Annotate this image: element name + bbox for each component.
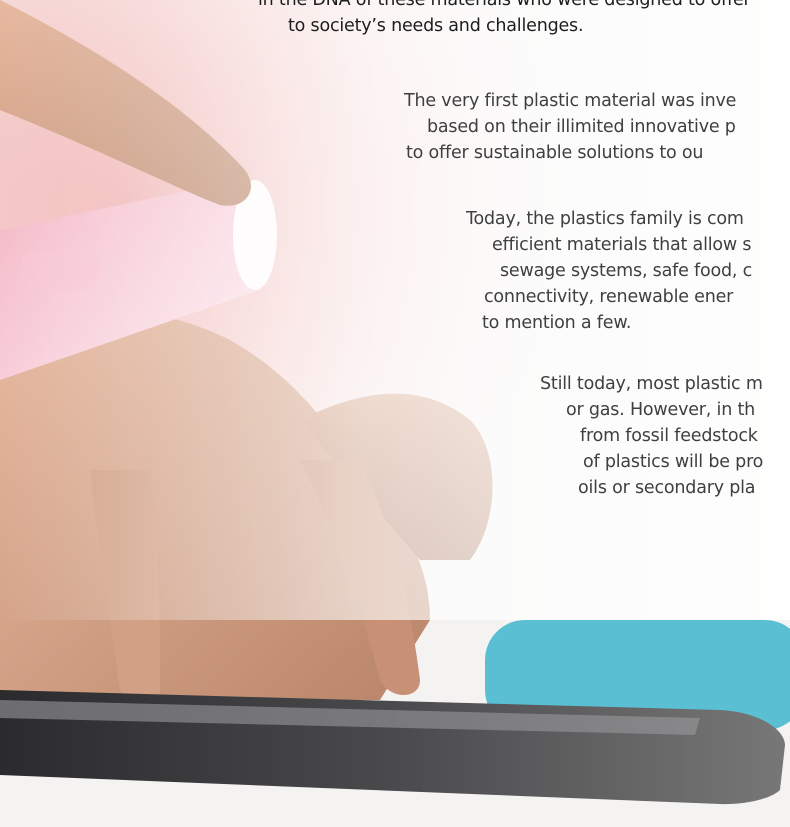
paragraph3-line: oils or secondary pla — [578, 478, 756, 498]
paragraph1-line: The very first plastic material was inve — [404, 91, 737, 111]
intro-line: in the DNA of these materials who were d… — [258, 0, 751, 10]
paragraph2-line: to mention a few. — [482, 313, 632, 333]
paragraph3-line: Still today, most plastic m — [540, 374, 763, 394]
paragraph2-line: Today, the plastics family is com — [466, 209, 744, 229]
intro-line: to society’s needs and challenges. — [288, 16, 584, 36]
paragraph2-line: connectivity, renewable ener — [484, 287, 734, 307]
paragraph1-line: to offer sustainable solutions to ou — [406, 143, 704, 163]
paragraph3-line: of plastics will be pro — [583, 452, 764, 472]
paragraph3-line: or gas. However, in th — [566, 400, 755, 420]
paragraph1-line: based on their illimited innovative p — [427, 117, 736, 137]
paragraph2-line: efficient materials that allow s — [492, 235, 752, 255]
paragraph3-line: from fossil feedstock — [580, 426, 758, 446]
paragraph2-line: sewage systems, safe food, c — [500, 261, 753, 281]
